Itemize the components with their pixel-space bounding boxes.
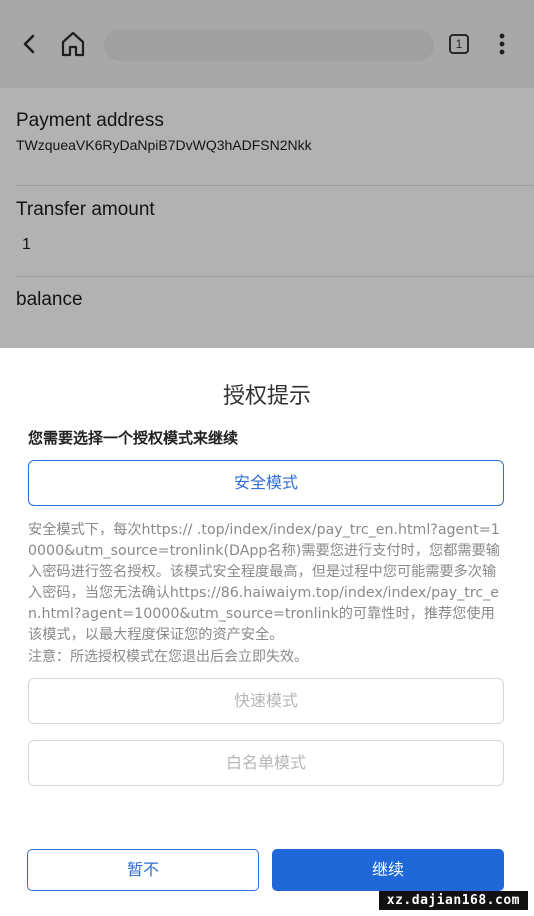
safe-mode-button[interactable]: 安全模式 (28, 460, 504, 506)
dialog-subtitle: 您需要选择一个授权模式来继续 (28, 429, 239, 447)
whitelist-mode-button[interactable]: 白名单模式 (28, 740, 504, 786)
continue-button[interactable]: 继续 (272, 849, 504, 891)
authorization-dialog: 授权提示 您需要选择一个授权模式来继续 安全模式 安全模式下，每次https:/… (0, 348, 534, 916)
mode-note: 注意：所选授权模式在您退出后会立即失效。 (28, 649, 308, 665)
cancel-button[interactable]: 暂不 (27, 849, 259, 891)
fast-mode-button[interactable]: 快速模式 (28, 678, 504, 724)
dialog-title: 授权提示 (222, 384, 311, 409)
safe-mode-description: 安全模式下，每次https:// .top/index/index/pay_tr… (28, 522, 500, 643)
modal-backdrop[interactable] (0, 0, 534, 348)
watermark: xz.dajian168.com (378, 891, 528, 910)
